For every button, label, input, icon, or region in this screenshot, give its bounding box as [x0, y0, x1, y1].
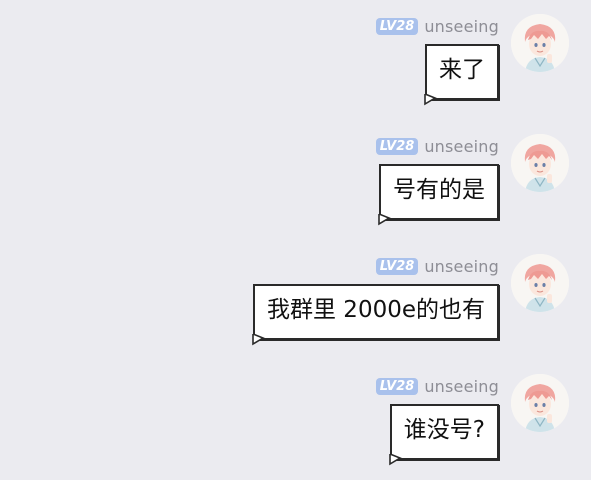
message-text: 来了: [439, 57, 485, 83]
sender-meta: LV28 unseeing: [375, 256, 499, 276]
message-bubble[interactable]: 来了: [424, 44, 499, 106]
anime-avatar-icon: [511, 374, 569, 432]
message-bubble[interactable]: 我群里 2000e的也有: [252, 284, 499, 346]
avatar[interactable]: [511, 254, 569, 312]
anime-avatar-icon: [511, 254, 569, 312]
anime-avatar-icon: [511, 14, 569, 72]
level-badge[interactable]: LV28: [375, 17, 419, 35]
chat-message: LV28 unseeing 来了: [0, 0, 591, 118]
sender-username[interactable]: unseeing: [424, 377, 499, 396]
message-bubble[interactable]: 号有的是: [378, 164, 499, 226]
chat-message: LV28 unseeing 谁没号?: [0, 360, 591, 478]
chat-message: LV28 unseeing 我群里 2000e的也有: [0, 240, 591, 358]
message-text: 号有的是: [393, 177, 485, 203]
sender-username[interactable]: unseeing: [424, 137, 499, 156]
sender-meta: LV28 unseeing: [375, 16, 499, 36]
level-badge[interactable]: LV28: [375, 257, 419, 275]
message-text: 谁没号?: [403, 417, 485, 443]
message-text: 我群里 2000e的也有: [267, 297, 485, 323]
sender-meta: LV28 unseeing: [375, 376, 499, 396]
bubble-tail-icon: [252, 334, 265, 346]
message-bubble[interactable]: 谁没号?: [388, 404, 499, 466]
chat-message: LV28 unseeing 号有的是: [0, 120, 591, 238]
bubble-tail-icon: [388, 454, 402, 466]
bubble-tail-icon: [378, 214, 391, 226]
avatar[interactable]: [511, 374, 569, 432]
sender-username[interactable]: unseeing: [424, 17, 499, 36]
level-badge[interactable]: LV28: [375, 377, 419, 395]
sender-meta: LV28 unseeing: [375, 136, 499, 156]
sender-username[interactable]: unseeing: [424, 257, 499, 276]
avatar[interactable]: [511, 14, 569, 72]
avatar[interactable]: [511, 134, 569, 192]
chat-area: LV28 unseeing 来了 LV28 unseeing 号有的是 LV28…: [0, 0, 591, 480]
bubble-tail-icon: [424, 94, 437, 106]
level-badge[interactable]: LV28: [375, 137, 419, 155]
anime-avatar-icon: [511, 134, 569, 192]
